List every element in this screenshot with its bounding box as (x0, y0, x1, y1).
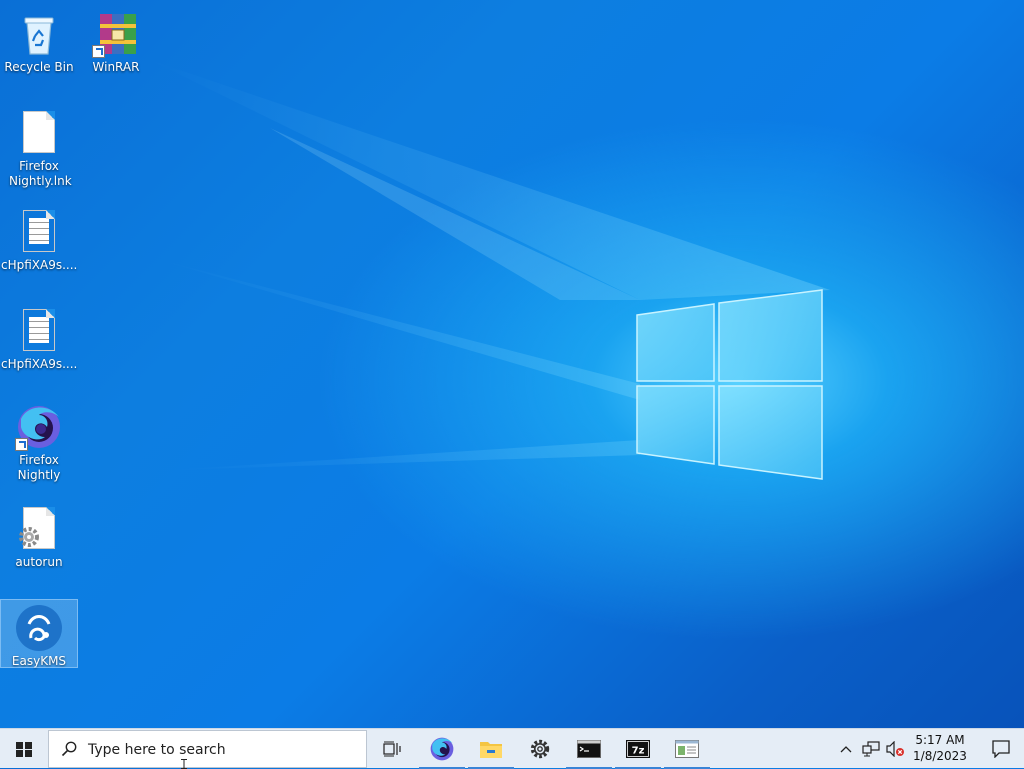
desktop-icon-recycle-bin[interactable]: Recycle Bin (1, 6, 77, 74)
clock-time: 5:17 AM (915, 733, 965, 747)
search-icon (61, 741, 77, 757)
desktop-icon-label: EasyKMS (11, 654, 67, 668)
search-box[interactable]: Type here to search (48, 730, 367, 769)
text-file-icon (15, 208, 63, 256)
firefox-nightly-icon (15, 403, 63, 451)
shortcut-arrow-icon (92, 45, 105, 58)
desktop-icon-label: WinRAR (92, 60, 140, 74)
desktop-icon-firefox-nightly[interactable]: Firefox Nightly (1, 399, 77, 485)
desktop-icon-label: Firefox Nightly.lnk (9, 159, 72, 188)
svg-text:7z: 7z (632, 746, 645, 757)
winrar-icon (92, 10, 140, 58)
text-file-icon (15, 307, 63, 355)
command-prompt-icon (577, 740, 601, 758)
desktop-icon-label: Recycle Bin (4, 60, 74, 74)
desktop-icon-firefox-nightly-lnk[interactable]: Firefox Nightly.lnk (1, 105, 77, 189)
clock[interactable]: 5:17 AM 1/8/2023 (905, 732, 975, 764)
search-placeholder: Type here to search (88, 742, 226, 758)
task-view-icon (383, 741, 401, 757)
settings-file-icon (15, 505, 63, 553)
taskbar-firefox-nightly[interactable] (418, 729, 466, 769)
network-icon (862, 741, 880, 757)
desktop-icon-label: Firefox Nightly (17, 453, 61, 482)
network-tray-button[interactable] (860, 729, 882, 769)
volume-tray-button[interactable] (884, 729, 906, 769)
shortcut-arrow-icon (15, 438, 28, 451)
file-explorer-icon (480, 742, 502, 758)
desktop-icon-label: cHpfiXA9s.... (1, 357, 78, 371)
firefox-nightly-icon (430, 737, 454, 761)
task-view-button[interactable] (368, 729, 416, 769)
wallpaper (150, 60, 830, 480)
volume-muted-icon (886, 741, 904, 757)
notepad-window-icon (675, 740, 699, 758)
blank-file-icon (15, 109, 63, 157)
taskbar: Type here to search 7z 5:17 AM 1/8/2023 (0, 728, 1024, 769)
desktop-icon-label: cHpfiXA9s.... (1, 258, 78, 272)
taskbar-command-prompt[interactable] (565, 729, 613, 769)
action-center-button[interactable] (978, 729, 1024, 769)
desktop-icon-winrar[interactable]: WinRAR (78, 6, 154, 74)
start-button[interactable] (0, 729, 48, 769)
chevron-up-icon (840, 746, 852, 753)
taskbar-settings[interactable] (516, 729, 564, 769)
desktop-icon-autorun[interactable]: autorun (1, 501, 77, 569)
clock-date: 1/8/2023 (913, 749, 967, 763)
desktop-icon-text-file-1[interactable]: cHpfiXA9s.... (1, 204, 77, 272)
settings-icon (530, 739, 550, 759)
desktop-icon-label: autorun (15, 555, 63, 569)
windows-start-icon (16, 742, 32, 757)
taskbar-window-app[interactable] (663, 729, 711, 769)
recycle-bin-icon (15, 10, 63, 58)
easykms-icon (15, 604, 63, 652)
windows-logo-graphic (636, 289, 823, 480)
show-hidden-icons-button[interactable] (836, 729, 856, 769)
desktop-icon-text-file-2[interactable]: cHpfiXA9s.... (1, 303, 77, 371)
taskbar-file-explorer[interactable] (467, 729, 515, 769)
desktop-icon-easykms[interactable]: EasyKMS (0, 599, 78, 668)
taskbar-7zip[interactable]: 7z (614, 729, 662, 769)
7zip-icon: 7z (626, 740, 650, 758)
notification-icon (992, 740, 1010, 758)
